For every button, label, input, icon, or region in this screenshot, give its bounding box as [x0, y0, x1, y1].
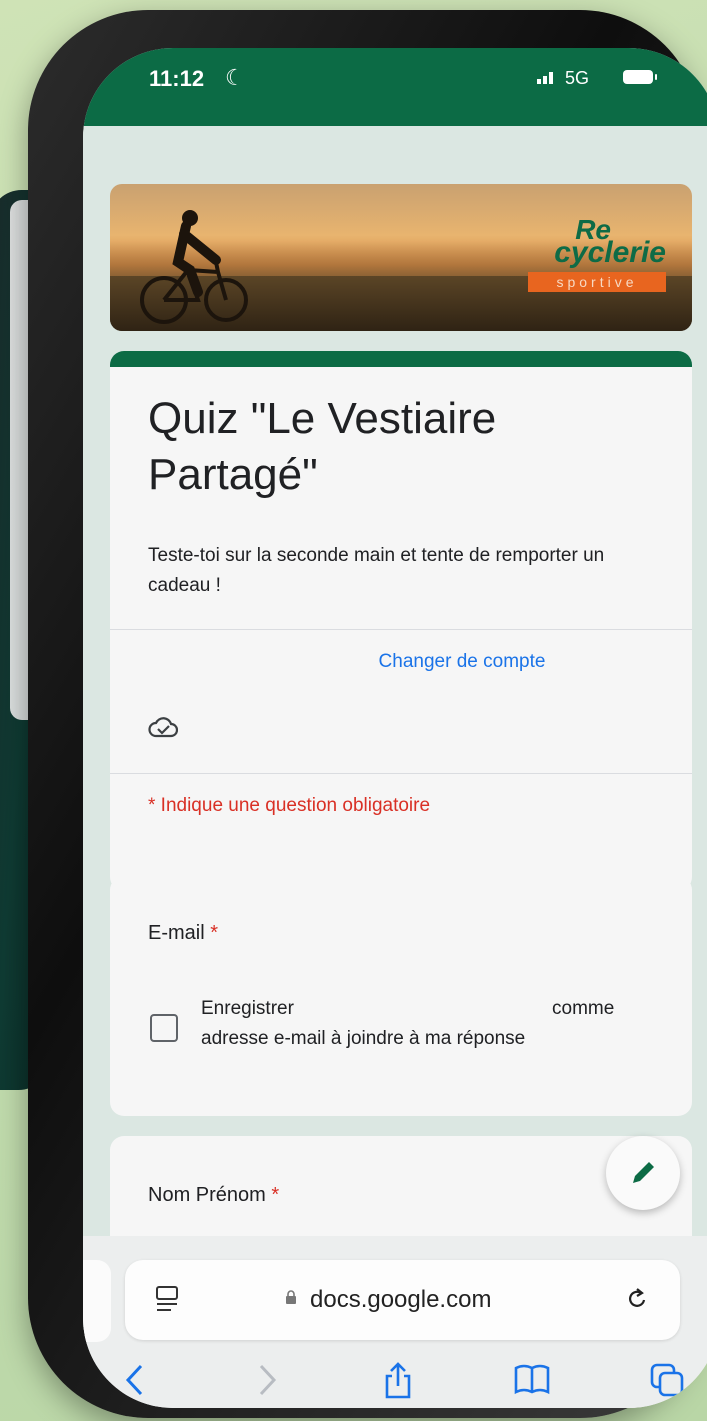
logo-cyclerie: cyclerie [554, 236, 666, 269]
header-banner: Re cyclerie sportive [110, 184, 692, 331]
card-accent-bar [110, 351, 692, 367]
moon-icon: ☾ [225, 65, 245, 90]
brand-logo: Re cyclerie sportive [526, 214, 666, 294]
reload-icon[interactable] [624, 1286, 650, 1312]
checkbox-label-start: Enregistrer [201, 998, 294, 1019]
question-card-email: E-mail * Enregistrer comme adresse e-mai… [110, 876, 692, 1116]
form-description: Teste-toi sur la seconde main et tente d… [148, 545, 605, 596]
record-email-checkbox[interactable] [150, 1014, 178, 1042]
tabs-icon [650, 1363, 684, 1397]
required-note: * Indique une question obligatoire [148, 795, 431, 816]
phone-frame: 11:12 ☾ 5G Re cyclerie sportive Quiz "Le… [28, 10, 707, 1418]
bookmarks-icon [514, 1364, 550, 1395]
bookmarks-button[interactable] [513, 1362, 551, 1402]
url-text: docs.google.com [310, 1286, 492, 1313]
battery-icon [623, 70, 657, 84]
status-time: 11:12 [149, 66, 205, 91]
back-icon [125, 1364, 143, 1396]
switch-account-link[interactable]: Changer de compte [110, 651, 692, 673]
required-star: * [210, 922, 219, 944]
checkbox-label-line2: adresse e-mail à joindre à ma réponse [201, 1028, 526, 1049]
checkbox-label-end: comme [552, 998, 615, 1019]
required-star: * [271, 1184, 280, 1206]
phone-screen: 11:12 ☾ 5G Re cyclerie sportive Quiz "Le… [83, 48, 707, 1408]
forward-button[interactable] [255, 1362, 279, 1402]
forward-icon [259, 1364, 277, 1396]
share-button[interactable] [383, 1362, 413, 1402]
logo-sportive: sportive [528, 272, 666, 292]
question-label: E-mail * [148, 922, 218, 945]
question-title: Nom Prénom [148, 1184, 266, 1206]
status-bar: 11:12 ☾ 5G [83, 48, 707, 126]
network-label: 5G [565, 68, 590, 88]
browser-bar: docs.google.com [83, 1236, 707, 1408]
divider [110, 773, 692, 774]
share-icon [385, 1362, 411, 1399]
form-header-card: Quiz "Le Vestiaire Partagé" Teste-toi su… [110, 351, 692, 891]
cyclist-silhouette [140, 210, 248, 324]
lock-icon [285, 1290, 297, 1308]
signal-icon [537, 68, 557, 89]
form-title: Quiz "Le Vestiaire Partagé" [148, 394, 497, 499]
address-bar[interactable]: docs.google.com [125, 1260, 680, 1340]
reader-icon[interactable] [155, 1284, 179, 1314]
back-button[interactable] [123, 1362, 147, 1402]
question-title: E-mail [148, 922, 205, 944]
cloud-check-icon [148, 717, 178, 738]
question-label: Nom Prénom * [148, 1184, 279, 1207]
edit-icon [633, 1162, 654, 1183]
previous-tab-urlbar[interactable] [83, 1260, 111, 1342]
edit-button[interactable] [606, 1136, 680, 1210]
divider [110, 629, 692, 630]
form-content[interactable]: Re cyclerie sportive Quiz "Le Vestiaire … [83, 126, 707, 1322]
tabs-button[interactable] [649, 1362, 685, 1402]
